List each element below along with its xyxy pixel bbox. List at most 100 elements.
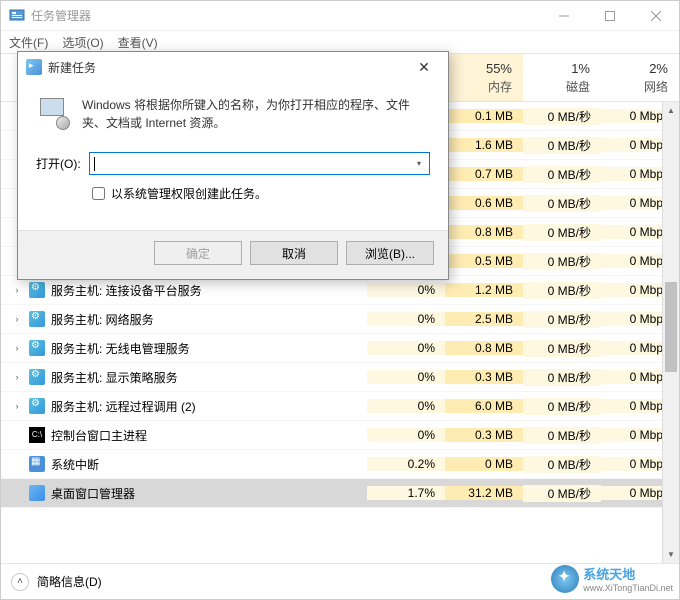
process-name: 控制台窗口主进程: [51, 427, 147, 444]
table-row[interactable]: › 服务主机: 远程过程调用 (2) 0% 6.0 MB 0 MB/秒 0 Mb…: [1, 392, 679, 421]
process-name: 桌面窗口管理器: [51, 485, 135, 502]
expand-icon[interactable]: ›: [11, 343, 23, 353]
disk-cell: 0 MB/秒: [523, 137, 601, 154]
process-name: 系统中断: [51, 456, 99, 473]
admin-checkbox-label: 以系统管理权限创建此任务。: [111, 185, 267, 202]
cancel-button[interactable]: 取消: [250, 241, 338, 265]
expand-icon[interactable]: ›: [11, 285, 23, 295]
gear-icon: [29, 369, 45, 385]
table-row[interactable]: 桌面窗口管理器 1.7% 31.2 MB 0 MB/秒 0 Mbps: [1, 479, 679, 508]
cpu-cell: 0%: [367, 341, 445, 355]
process-name: 服务主机: 显示策略服务: [51, 369, 178, 386]
table-row[interactable]: › 服务主机: 无线电管理服务 0% 0.8 MB 0 MB/秒 0 Mbps: [1, 334, 679, 363]
disk-cell: 0 MB/秒: [523, 224, 601, 241]
menu-options[interactable]: 选项(O): [62, 34, 103, 51]
ok-button[interactable]: 确定: [154, 241, 242, 265]
col-network[interactable]: 2% 网络: [601, 54, 679, 101]
disk-cell: 0 MB/秒: [523, 369, 601, 386]
disk-cell: 0 MB/秒: [523, 311, 601, 328]
process-name: 服务主机: 远程过程调用 (2): [51, 398, 196, 415]
app-icon: [9, 8, 25, 24]
process-name: 服务主机: 连接设备平台服务: [51, 282, 202, 299]
mem-cell: 0.1 MB: [445, 109, 523, 123]
mem-cell: 0.5 MB: [445, 254, 523, 268]
scroll-thumb[interactable]: [665, 282, 677, 372]
vertical-scrollbar[interactable]: ▲ ▼: [662, 102, 679, 563]
collapse-icon[interactable]: ˄: [11, 573, 29, 591]
window-title: 任务管理器: [31, 7, 541, 24]
open-label: 打开(O):: [36, 155, 81, 172]
mem-cell: 0.3 MB: [445, 428, 523, 442]
menu-file[interactable]: 文件(F): [9, 34, 48, 51]
scroll-up-arrow[interactable]: ▲: [663, 102, 679, 119]
admin-checkbox[interactable]: [92, 187, 105, 200]
table-row[interactable]: › 服务主机: 网络服务 0% 2.5 MB 0 MB/秒 0 Mbps: [1, 305, 679, 334]
mem-cell: 0.7 MB: [445, 167, 523, 181]
watermark-icon: [551, 565, 579, 593]
dialog-titlebar[interactable]: 新建任务 ✕: [18, 52, 448, 82]
mem-cell: 0.6 MB: [445, 196, 523, 210]
process-name: 服务主机: 网络服务: [51, 311, 154, 328]
expand-icon[interactable]: ›: [11, 401, 23, 411]
disk-cell: 0 MB/秒: [523, 456, 601, 473]
watermark-name: 系统天地: [583, 567, 635, 582]
expand-icon[interactable]: ›: [11, 314, 23, 324]
expand-icon[interactable]: ›: [11, 372, 23, 382]
menubar: 文件(F) 选项(O) 查看(V): [1, 31, 679, 53]
run-dialog: 新建任务 ✕ Windows 将根据你所键入的名称，为你打开相应的程序、文件夹、…: [17, 51, 449, 280]
sys-icon: [29, 456, 45, 472]
mem-cell: 6.0 MB: [445, 399, 523, 413]
table-row[interactable]: › 服务主机: 显示策略服务 0% 0.3 MB 0 MB/秒 0 Mbps: [1, 363, 679, 392]
run-dialog-icon: [26, 59, 42, 75]
close-button[interactable]: [633, 1, 679, 31]
disk-cell: 0 MB/秒: [523, 108, 601, 125]
table-row[interactable]: 系统中断 0.2% 0 MB 0 MB/秒 0 Mbps: [1, 450, 679, 479]
mem-cell: 0 MB: [445, 457, 523, 471]
disk-cell: 0 MB/秒: [523, 195, 601, 212]
disk-cell: 0 MB/秒: [523, 253, 601, 270]
disk-cell: 0 MB/秒: [523, 166, 601, 183]
gear-icon: [29, 282, 45, 298]
disk-cell: 0 MB/秒: [523, 282, 601, 299]
mem-cell: 1.6 MB: [445, 138, 523, 152]
cpu-cell: 0%: [367, 283, 445, 297]
disk-cell: 0 MB/秒: [523, 485, 601, 502]
cpu-cell: 0%: [367, 428, 445, 442]
dialog-close-button[interactable]: ✕: [408, 59, 440, 76]
dialog-description: Windows 将根据你所键入的名称，为你打开相应的程序、文件夹、文档或 Int…: [82, 96, 430, 132]
less-info-link[interactable]: 简略信息(D): [37, 573, 102, 590]
cmd-icon: C:\: [29, 427, 45, 443]
mem-cell: 2.5 MB: [445, 312, 523, 326]
mem-cell: 0.3 MB: [445, 370, 523, 384]
mem-cell: 1.2 MB: [445, 283, 523, 297]
dialog-title: 新建任务: [48, 59, 408, 76]
run-icon: [36, 96, 70, 130]
titlebar: 任务管理器: [1, 1, 679, 31]
table-row[interactable]: C:\ 控制台窗口主进程 0% 0.3 MB 0 MB/秒 0 Mbps: [1, 421, 679, 450]
minimize-button[interactable]: [541, 1, 587, 31]
mem-cell: 31.2 MB: [445, 486, 523, 500]
gear-icon: [29, 340, 45, 356]
col-disk[interactable]: 1% 磁盘: [523, 54, 601, 101]
cpu-cell: 0%: [367, 312, 445, 326]
open-input[interactable]: [95, 157, 425, 171]
open-combobox[interactable]: ▾: [89, 152, 430, 175]
mem-cell: 0.8 MB: [445, 225, 523, 239]
disk-cell: 0 MB/秒: [523, 340, 601, 357]
gear-icon: [29, 311, 45, 327]
dwm-icon: [29, 485, 45, 501]
maximize-button[interactable]: [587, 1, 633, 31]
menu-view[interactable]: 查看(V): [118, 34, 158, 51]
combo-dropdown-icon[interactable]: ▾: [411, 155, 427, 172]
cpu-cell: 0%: [367, 370, 445, 384]
watermark-url: www.XiTongTianDi.net: [583, 583, 673, 593]
table-row[interactable]: › 服务主机: 连接设备平台服务 0% 1.2 MB 0 MB/秒 0 Mbps: [1, 276, 679, 305]
col-memory[interactable]: 55% 内存: [445, 54, 523, 101]
disk-cell: 0 MB/秒: [523, 427, 601, 444]
mem-cell: 0.8 MB: [445, 341, 523, 355]
cpu-cell: 1.7%: [367, 486, 445, 500]
cpu-cell: 0.2%: [367, 457, 445, 471]
browse-button[interactable]: 浏览(B)...: [346, 241, 434, 265]
process-name: 服务主机: 无线电管理服务: [51, 340, 190, 357]
scroll-down-arrow[interactable]: ▼: [663, 546, 679, 563]
